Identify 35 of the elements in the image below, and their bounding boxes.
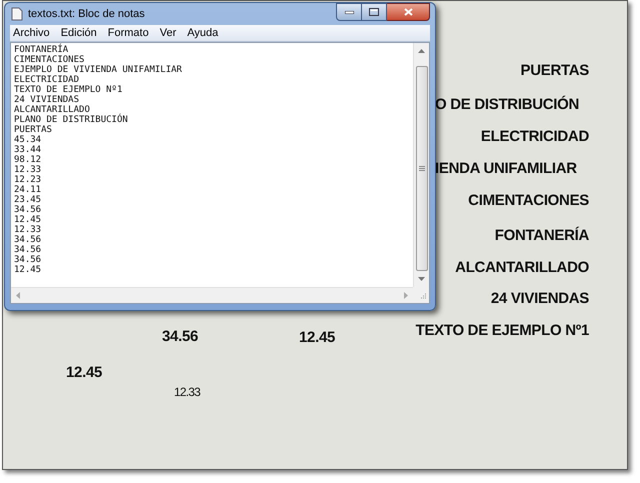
- menu-item[interactable]: Ver: [160, 28, 176, 38]
- canvas-text: 12.45: [299, 328, 336, 348]
- canvas-text: FONTANERÍA: [494, 226, 589, 246]
- canvas-text: ALCANTARILLADO: [455, 258, 589, 278]
- menu-item[interactable]: Edición: [60, 28, 97, 38]
- canvas-text: 24 VIVIENDAS: [490, 289, 589, 309]
- canvas-text: TEXTO DE EJEMPLO Nº1: [416, 321, 589, 341]
- vertical-scrollbar[interactable]: [413, 43, 429, 287]
- menu-item[interactable]: Ayuda: [187, 28, 218, 38]
- document-icon: [11, 7, 23, 21]
- menu-item[interactable]: Archivo: [13, 28, 50, 38]
- canvas-text: PUERTAS: [520, 61, 589, 81]
- window-title: textos.txt: Bloc de notas: [28, 6, 145, 22]
- minimize-button[interactable]: [336, 3, 362, 21]
- maximize-button[interactable]: [362, 3, 387, 21]
- menu-item[interactable]: Formato: [108, 28, 149, 38]
- scrollbar-thumb[interactable]: [416, 66, 428, 271]
- scroll-down-icon: [418, 277, 425, 281]
- canvas-text: 12.45: [66, 363, 102, 383]
- maximize-icon: [369, 8, 379, 16]
- canvas-text: CIMENTACIONES: [468, 191, 589, 211]
- minimize-icon: [344, 10, 354, 14]
- canvas-text: ELECTRICIDAD: [480, 127, 589, 147]
- resize-grip-icon: [419, 293, 427, 301]
- canvas-text: IENDA UNIFAMILIAR: [435, 159, 577, 179]
- canvas-text: O DE DISTRIBUCIÓN: [435, 95, 580, 115]
- scroll-right-icon: [404, 292, 408, 299]
- close-button[interactable]: [387, 3, 430, 21]
- canvas-text: 34.56: [162, 327, 198, 347]
- scroll-left-icon: [16, 292, 20, 299]
- scroll-up-icon: [418, 49, 425, 53]
- canvas-text: 12.33: [174, 384, 200, 401]
- close-icon: [404, 8, 412, 16]
- grip-icon: [418, 166, 424, 171]
- horizontal-scrollbar[interactable]: [11, 287, 413, 303]
